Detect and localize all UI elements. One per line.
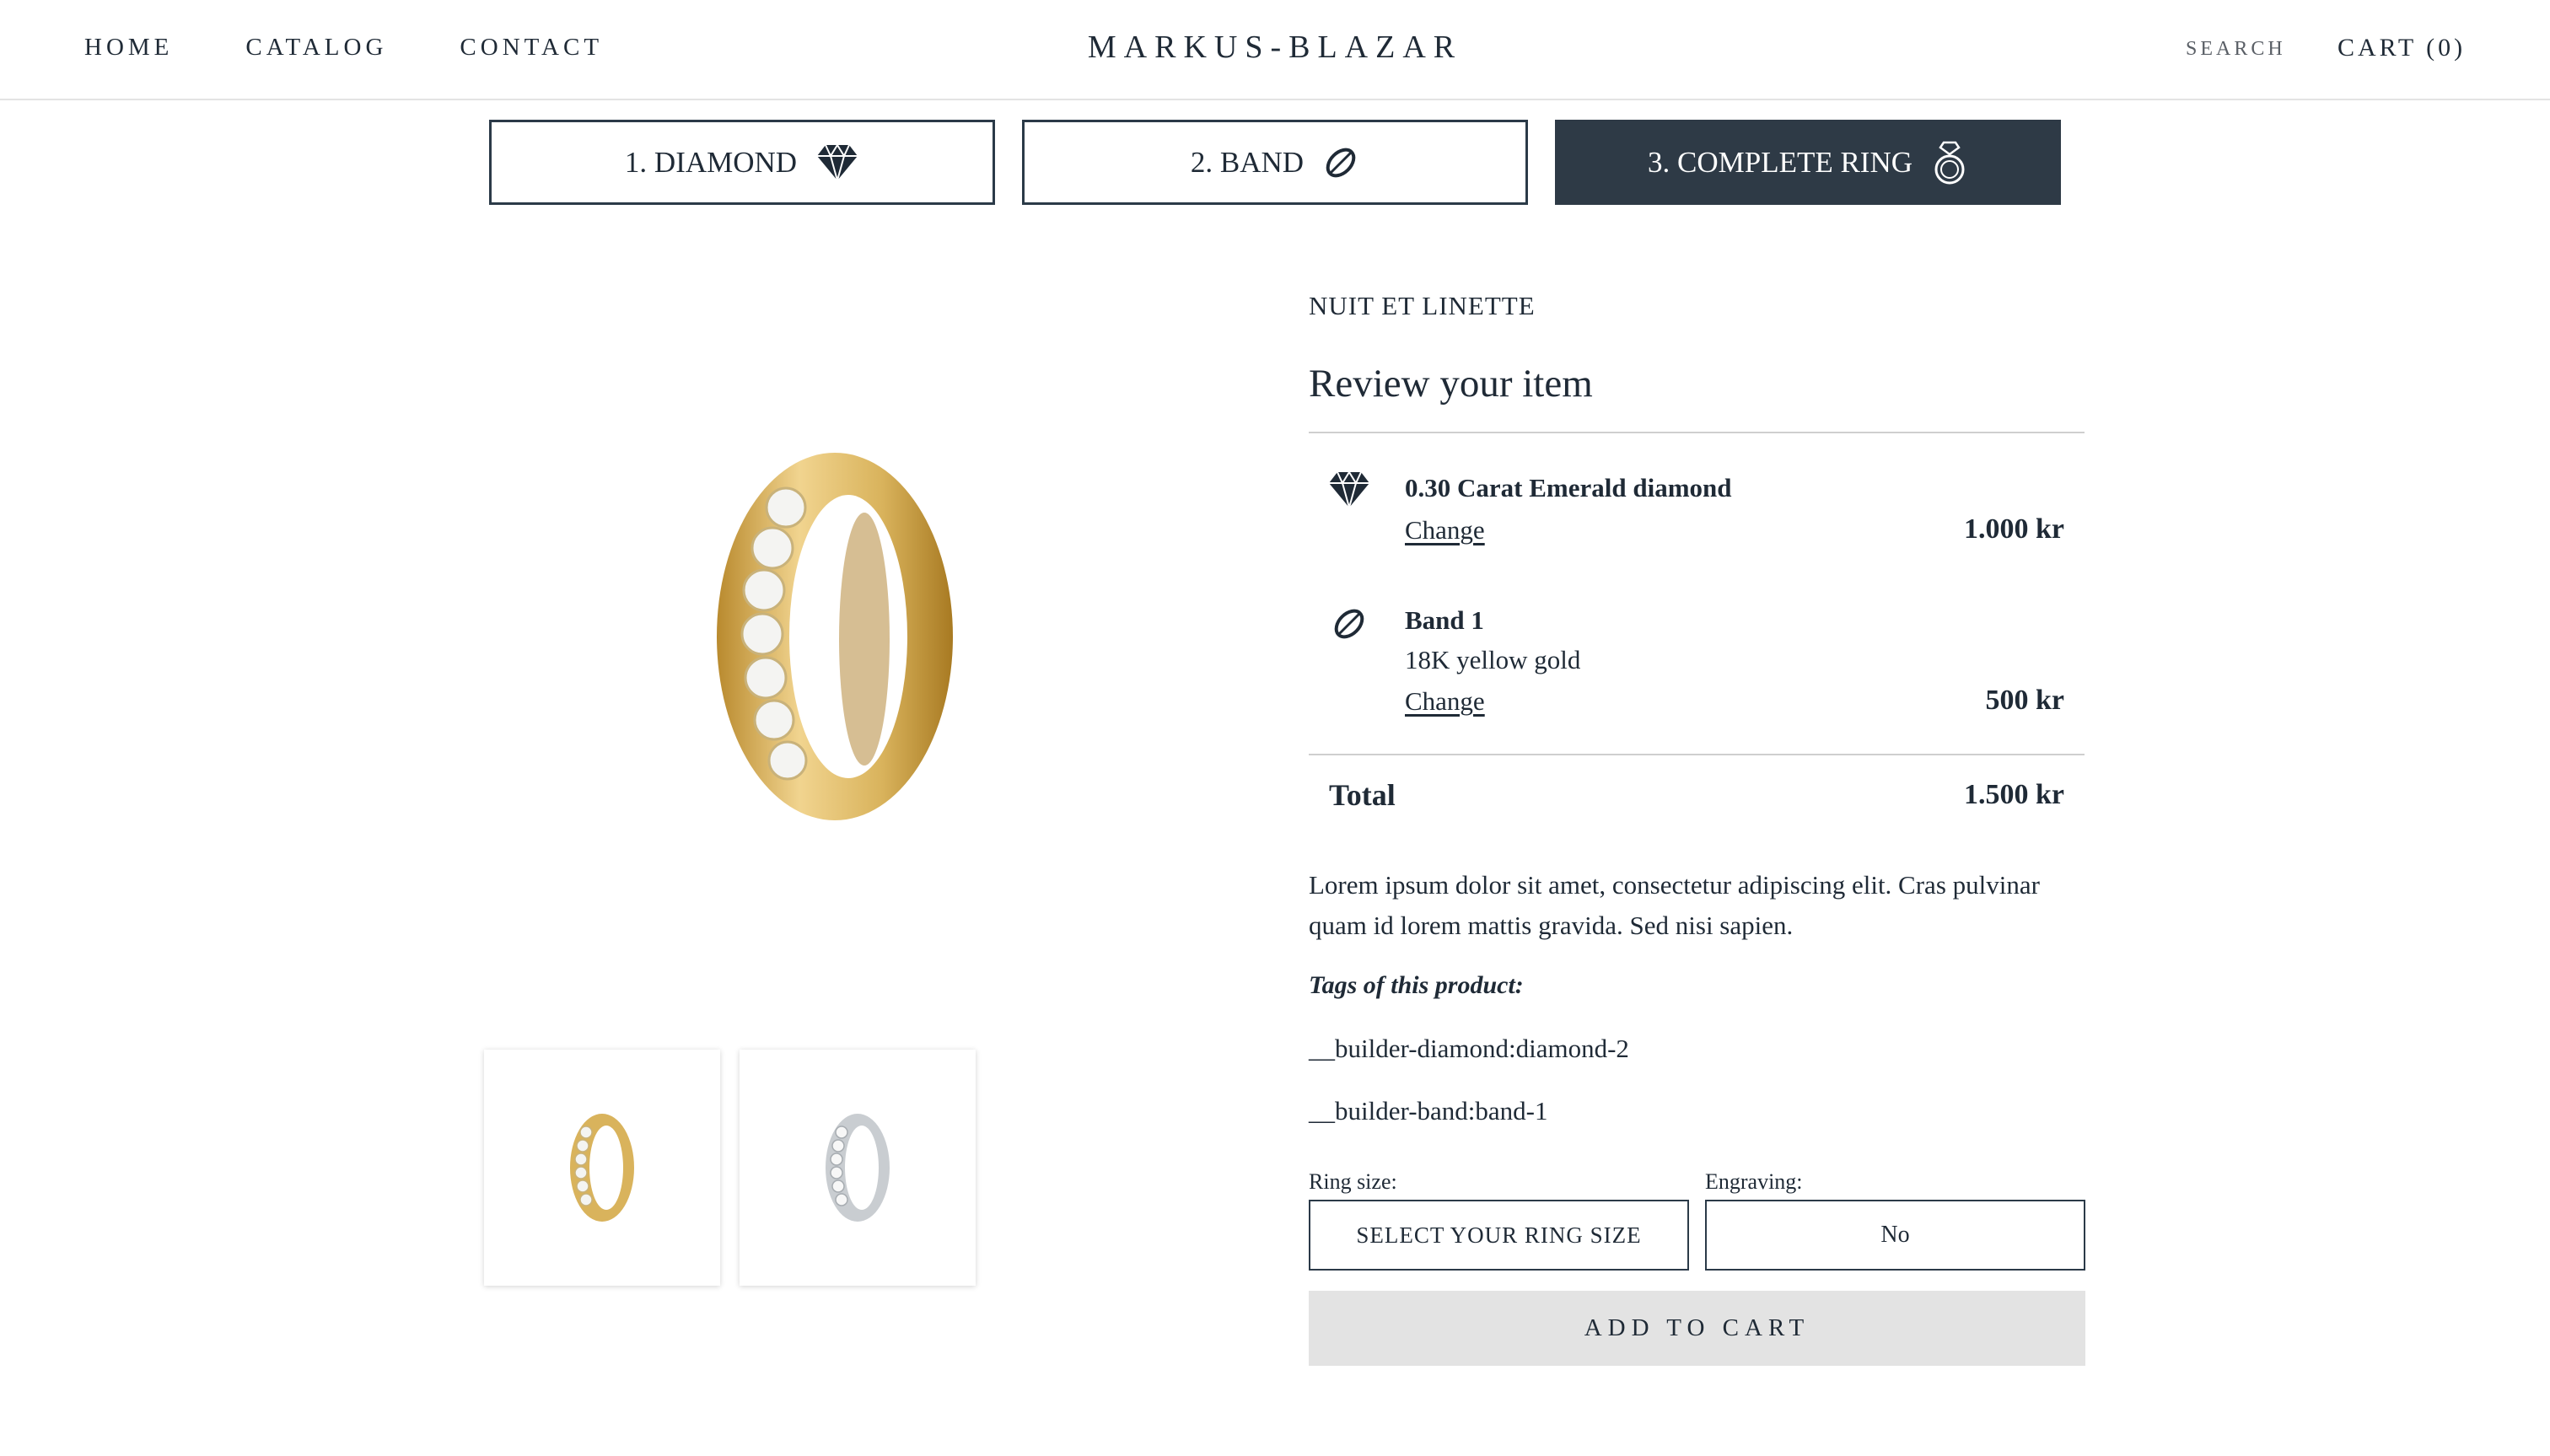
step-diamond-tab[interactable]: 1. DIAMOND bbox=[489, 120, 995, 205]
product-thumbnail-silver[interactable] bbox=[740, 1050, 976, 1286]
tags-heading: Tags of this product: bbox=[1309, 971, 1524, 999]
site-logo[interactable]: MARKUS-BLAZAR bbox=[0, 29, 2550, 66]
change-band-link[interactable]: Change bbox=[1405, 686, 1485, 717]
product-tag: __builder-band:band-1 bbox=[1309, 1096, 1548, 1126]
total-price: 1.500 kr bbox=[1964, 779, 2064, 810]
product-vendor: NUIT ET LINETTE bbox=[1309, 291, 1536, 320]
step-label: 1. DIAMOND bbox=[624, 145, 798, 179]
diamond-icon bbox=[1327, 470, 1371, 513]
cart-link[interactable]: CART (0) bbox=[2338, 34, 2466, 62]
band-icon bbox=[1322, 144, 1359, 181]
band-icon bbox=[1331, 605, 1368, 647]
step-label: 2. BAND bbox=[1190, 145, 1305, 179]
step-label: 3. COMPLETE RING bbox=[1647, 145, 1913, 179]
product-thumbnail-gold[interactable] bbox=[484, 1050, 720, 1286]
diamond-icon bbox=[815, 142, 859, 182]
product-main-image[interactable] bbox=[691, 438, 978, 835]
change-diamond-link[interactable]: Change bbox=[1405, 515, 1485, 545]
ring-size-label: Ring size: bbox=[1309, 1169, 1397, 1194]
page-title: Review your item bbox=[1309, 362, 1593, 406]
divider bbox=[1309, 754, 2085, 755]
add-to-cart-button[interactable]: ADD TO CART bbox=[1309, 1291, 2085, 1366]
product-description: Lorem ipsum dolor sit amet, consectetur … bbox=[1309, 870, 2040, 940]
step-complete-ring-tab[interactable]: 3. COMPLETE RING bbox=[1555, 120, 2061, 205]
band-item-name: Band 1 bbox=[1405, 605, 1484, 635]
diamond-price: 1.000 kr bbox=[1964, 513, 2064, 545]
ring-icon bbox=[1931, 140, 1968, 185]
site-header: HOME CATALOG CONTACT MARKUS-BLAZAR SEARC… bbox=[0, 0, 2550, 100]
ring-size-select[interactable]: SELECT YOUR RING SIZE bbox=[1309, 1200, 1689, 1271]
total-label: Total bbox=[1329, 778, 1396, 812]
band-price: 500 kr bbox=[1985, 685, 2065, 716]
engraving-label: Engraving: bbox=[1705, 1169, 1803, 1194]
search-link[interactable]: SEARCH bbox=[2186, 38, 2286, 61]
engraving-select[interactable]: No bbox=[1705, 1200, 2085, 1271]
step-band-tab[interactable]: 2. BAND bbox=[1022, 120, 1528, 205]
band-item-material: 18K yellow gold bbox=[1405, 645, 1581, 674]
diamond-item-name: 0.30 Carat Emerald diamond bbox=[1405, 473, 1732, 502]
divider bbox=[1309, 432, 2085, 433]
product-tag: __builder-diamond:diamond-2 bbox=[1309, 1034, 1629, 1063]
